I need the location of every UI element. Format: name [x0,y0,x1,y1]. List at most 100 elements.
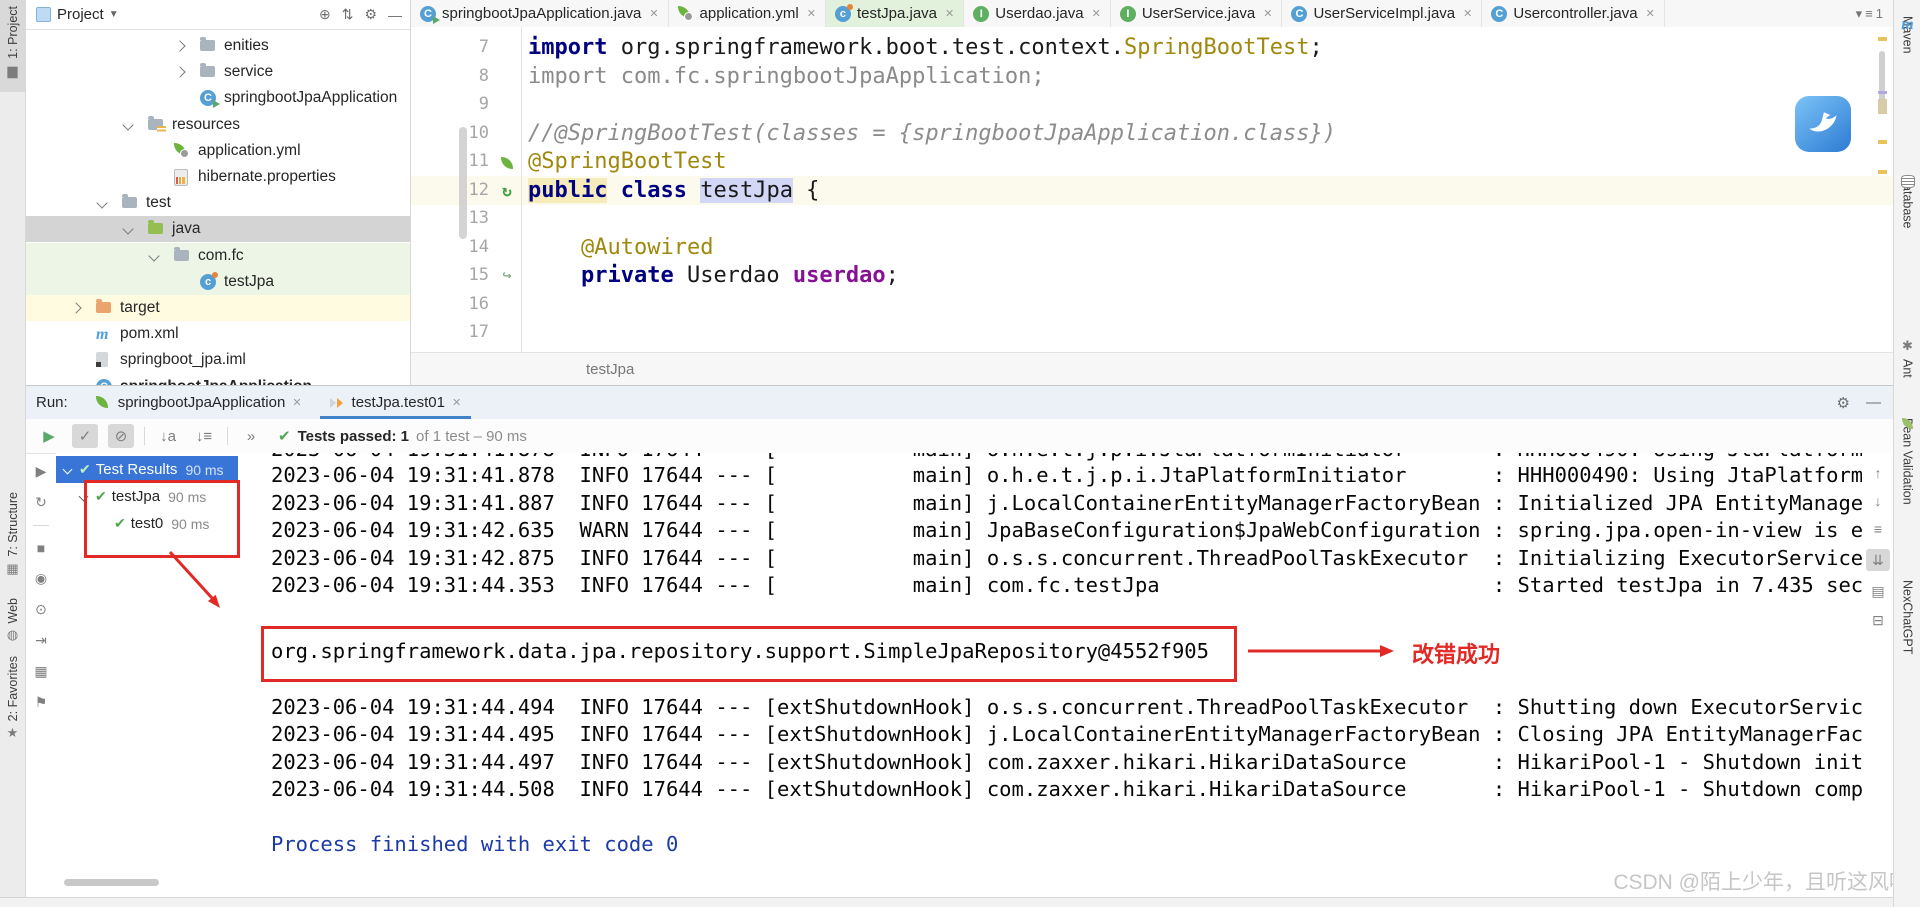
chevron-down-icon[interactable] [78,491,89,502]
more-icon[interactable]: » [238,424,264,448]
editor-tab-application-yml[interactable]: application.yml ✕ [669,0,826,27]
chevron-right-icon[interactable] [174,40,186,52]
tab-list-icon: ≡ [1865,6,1873,21]
tree-item-application-yml[interactable]: application.yml [26,138,410,164]
console-hscrollbar[interactable] [64,879,159,886]
tree-item-com-fc[interactable]: com.fc [26,242,410,269]
tree-item-springbootjpaapplication[interactable]: CspringbootJpaApplication [26,85,410,111]
test-node-test0[interactable]: ✔ test0 90 ms [56,510,238,537]
tool-button-7-structure[interactable]: 7: Structure ▦ [0,492,25,577]
test-node-test-results[interactable]: ✔ Test Results 90 ms [56,456,238,483]
scroll-to-end-icon[interactable]: ⇊ [1866,549,1890,571]
close-icon[interactable]: ✕ [1646,7,1655,20]
scroll-down-icon[interactable]: ↓ [1875,493,1882,509]
stripe-mark[interactable] [1878,91,1887,94]
hide-icon[interactable]: — [388,7,402,23]
sort-alphabetically-icon[interactable]: ↓a [155,424,181,448]
tool-button-1-project[interactable]: 1: Project ▆ [0,6,25,79]
editor-tab-userservice-java[interactable]: I UserService.java ✕ [1111,0,1283,27]
rerun-icon[interactable]: ▶ [36,463,47,480]
tool-button-ant[interactable]: ✱ Ant [1894,338,1920,378]
import-results-icon[interactable]: ⇥ [35,632,47,649]
chevron-down-icon[interactable] [122,223,134,236]
editor-tab-springbootjpaapplication-java[interactable]: CspringbootJpaApplication.java ✕ [411,0,669,27]
editor-tab-userserviceimpl-java[interactable]: C UserServiceImpl.java ✕ [1282,0,1483,27]
filter-ignored-icon[interactable]: ⊘ [108,424,134,448]
close-icon[interactable]: ✕ [649,7,658,20]
clear-icon[interactable]: ⊟ [1872,612,1884,629]
soft-wrap-icon[interactable]: ≡ [1874,521,1882,537]
tree-item-testjpa[interactable]: c testJpa [26,268,410,295]
print-icon[interactable]: ▤ [1871,583,1884,600]
tool-button-web[interactable]: Web ◍ [0,598,25,643]
sort-by-duration-icon[interactable]: ↓≡ [191,424,217,448]
tool-button-nexchatgpt[interactable]: NexChatGPT [1894,580,1920,654]
settings-icon[interactable]: ⚙ [364,6,377,23]
close-icon[interactable]: ✕ [452,396,461,409]
chevron-down-icon[interactable] [62,464,73,475]
locate-icon[interactable]: ⊕ [319,6,331,23]
chevron-right-icon[interactable] [70,302,82,314]
chevron-down-icon[interactable] [96,197,108,209]
filter-passed-icon[interactable]: ✓ [72,424,98,448]
tree-item-target[interactable]: target [26,295,410,321]
line-number: 11 [468,151,489,171]
chevron-down-icon[interactable] [122,118,134,131]
tree-item-springbootjpaapplication[interactable]: CspringbootJpaApplication [26,374,410,385]
history-icon[interactable]: ▦ [34,663,47,680]
project-panel-title[interactable]: Project [57,6,104,23]
tree-item-hibernate-properties[interactable]: hibernate.properties [26,164,410,190]
chevron-right-icon[interactable] [174,66,186,78]
close-icon[interactable]: ✕ [1463,7,1472,20]
tree-item-enities[interactable]: enities [26,33,410,59]
run-tab-springbootjpaapplication[interactable]: springbootJpaApplication ✕ [82,386,316,419]
run-tab-label: testJpa.test01 [351,394,445,411]
code-editor[interactable]: 7 import org.springframework.boot.test.co… [411,27,1893,352]
hide-icon[interactable]: — [1866,394,1881,411]
stop-icon[interactable]: ■ [37,540,45,556]
close-icon[interactable]: ✕ [1263,7,1272,20]
run-icon[interactable]: ▶ [36,424,62,448]
close-icon[interactable]: ✕ [807,7,816,20]
tree-item-service[interactable]: service [26,59,410,85]
run-test-icon[interactable]: ↻ [497,176,517,205]
editor-tab-userdao-java[interactable]: I Userdao.java ✕ [964,0,1111,27]
rerun-failed-icon[interactable]: ↻ [35,494,47,511]
autowired-bean-icon[interactable]: ↪ [497,261,517,290]
test-node-testjpa[interactable]: ✔ testJpa 90 ms [56,483,238,510]
tree-item-test[interactable]: test [26,190,410,216]
tree-item-resources[interactable]: resources [26,112,410,138]
editor-tab-usercontroller-java[interactable]: C Usercontroller.java ✕ [1482,0,1665,27]
tool-button-maven[interactable]: m Maven [1894,16,1920,54]
thread-dump-icon[interactable]: ◉ [35,570,47,587]
run-tab-testjpa-test01[interactable]: testJpa.test01 ✕ [316,386,476,419]
close-icon[interactable]: ✕ [1092,7,1101,20]
tool-button-database[interactable]: Database [1894,175,1920,229]
tab-overflow-control[interactable]: ▾ ≡ 1 [1856,0,1893,27]
chevron-down-icon[interactable] [148,249,160,262]
breadcrumb[interactable]: testJpa [586,361,634,378]
tree-item-java[interactable]: java [26,216,410,243]
coverage-icon[interactable]: ⊙ [35,601,47,618]
chevron-down-icon[interactable]: ▼ [109,9,119,20]
stripe-mark[interactable] [1878,170,1887,174]
close-icon[interactable]: ✕ [945,7,954,20]
stripe-mark[interactable] [1878,140,1887,144]
settings-icon[interactable]: ⚙ [1837,394,1850,412]
scroll-up-icon[interactable]: ↑ [1875,465,1882,481]
collapse-all-icon[interactable]: ⇅ [342,6,354,23]
code-line-11: 11 @SpringBootTest [411,147,1893,176]
tool-button-2-favorites[interactable]: 2: Favorites ★ [0,656,25,741]
run-console[interactable]: 2023-06-04 19:31:41.878 INFO 17644 --- [… [238,453,1862,898]
pin-icon[interactable]: ⚑ [35,694,48,711]
spring-leaf-icon[interactable] [497,147,517,176]
tree-item-pom-xml[interactable]: m pom.xml [26,321,410,347]
stripe-mark[interactable] [1878,99,1887,114]
stripe-mark[interactable] [1878,37,1887,41]
interface-icon: I [1119,5,1136,22]
editor-tab-testjpa-java[interactable]: c testJpa.java ✕ [825,0,965,27]
code-line-14: 14 @Autowired [411,233,1893,262]
tree-item-springboot-jpa-iml[interactable]: springboot_jpa.iml [26,347,410,373]
tool-button-bean-validation[interactable]: Bean Validation [1894,418,1920,505]
close-icon[interactable]: ✕ [292,396,301,409]
